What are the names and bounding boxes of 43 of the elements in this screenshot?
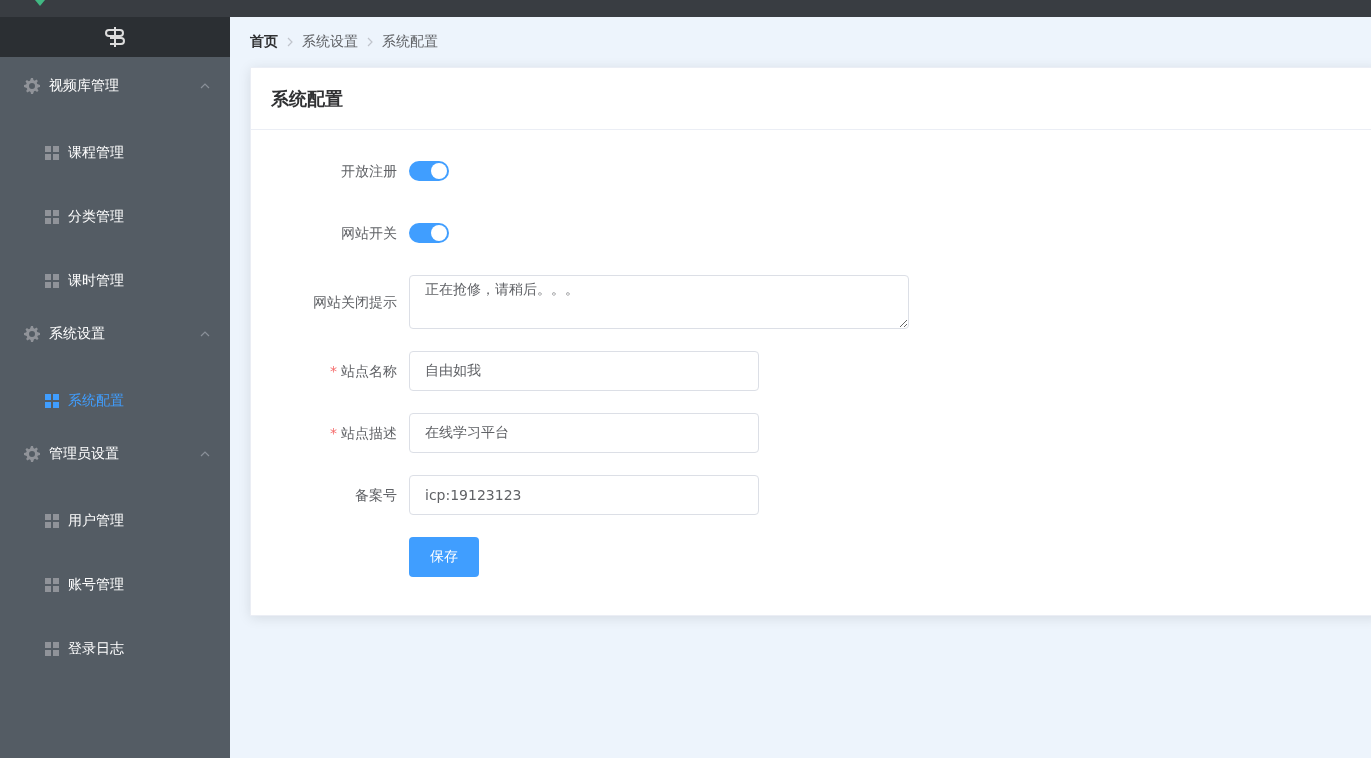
gear-icon xyxy=(24,326,40,342)
required-mark: * xyxy=(330,425,337,441)
signpost-icon xyxy=(105,26,125,48)
menu-item[interactable]: 登录日志 xyxy=(0,617,230,681)
field-label: 站点描述 xyxy=(341,425,397,441)
logo-icon xyxy=(35,0,45,6)
menu-group[interactable]: 管理员设置 xyxy=(0,433,230,475)
gear-icon xyxy=(24,78,40,94)
field-label: 网站开关 xyxy=(340,224,398,243)
caret-icon xyxy=(200,331,210,337)
grid-icon xyxy=(45,514,59,528)
grid-icon xyxy=(45,394,59,408)
field-label: 开放注册 xyxy=(340,162,398,181)
grid-icon xyxy=(45,274,59,288)
toggle-switch[interactable] xyxy=(409,161,449,181)
chevron-icon xyxy=(287,37,293,47)
grid-icon xyxy=(45,146,59,160)
gear-icon xyxy=(24,446,40,462)
grid-icon xyxy=(45,210,59,224)
required-mark: * xyxy=(330,363,337,379)
toggle-switch[interactable] xyxy=(409,223,449,243)
menu-item[interactable]: 账号管理 xyxy=(0,553,230,617)
menu-item[interactable]: 课时管理 xyxy=(0,249,230,313)
breadcrumb-link[interactable]: 系统设置 xyxy=(302,33,358,51)
input-field[interactable]: 在线学习平台 xyxy=(409,413,759,453)
menu-item[interactable]: 课程管理 xyxy=(0,121,230,185)
text-area[interactable]: 正在抢修，请稍后。。。 xyxy=(409,275,909,329)
field-label: 备案号 xyxy=(354,486,398,505)
caret-icon xyxy=(200,83,210,89)
menu-item[interactable]: 用户管理 xyxy=(0,489,230,553)
grid-icon xyxy=(45,642,59,656)
card-title: 系统配置 xyxy=(271,86,343,111)
grid-icon xyxy=(45,578,59,592)
chevron-icon xyxy=(367,37,373,47)
caret-icon xyxy=(200,451,210,457)
input-field[interactable]: icp:19123123 xyxy=(409,475,759,515)
field-label: 站点名称 xyxy=(341,363,397,379)
field-label: 网站关闭提示 xyxy=(312,293,398,312)
input-field[interactable]: 自由如我 xyxy=(409,351,759,391)
menu-item[interactable]: 分类管理 xyxy=(0,185,230,249)
menu-group[interactable]: 视频库管理 xyxy=(0,65,230,107)
breadcrumb-link[interactable]: 首页 xyxy=(250,33,278,51)
menu-group[interactable]: 系统设置 xyxy=(0,313,230,355)
